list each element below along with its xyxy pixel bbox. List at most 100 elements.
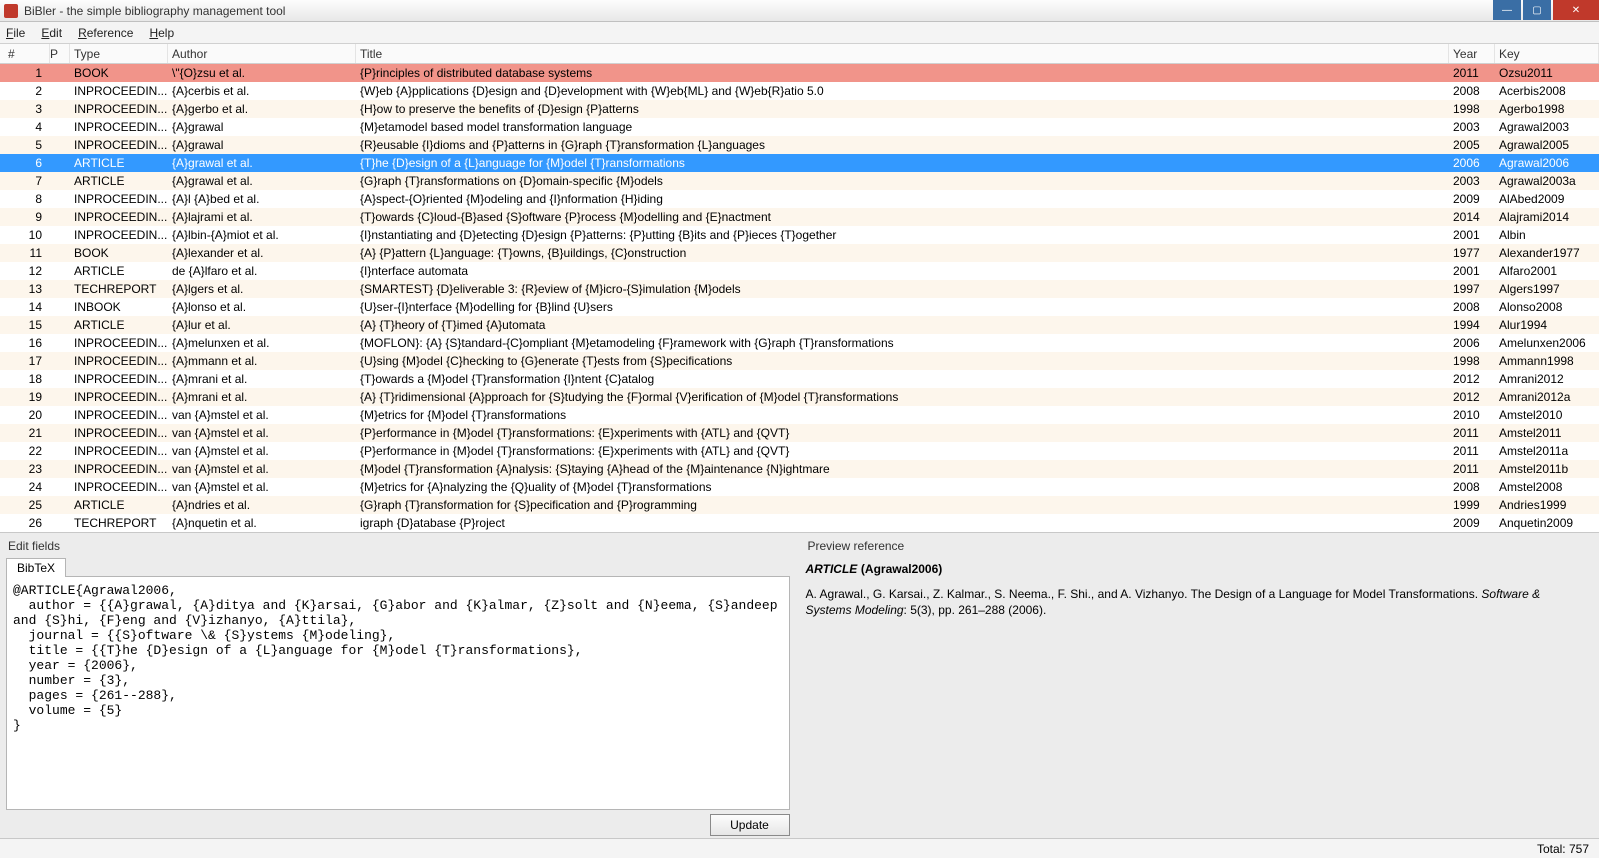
cell-col-year: 1994 [1449, 318, 1495, 332]
table-row[interactable]: 8INPROCEEDIN...{A}l {A}bed et al.{A}spec… [0, 190, 1599, 208]
cell-col-key: Agrawal2003a [1495, 174, 1599, 188]
table-row[interactable]: 17INPROCEEDIN...{A}mmann et al.{U}sing {… [0, 352, 1599, 370]
cell-col-title: {T}owards a {M}odel {T}ransformation {I}… [356, 372, 1449, 386]
col-year[interactable]: Year [1449, 44, 1495, 63]
cell-col-key: Amrani2012a [1495, 390, 1599, 404]
cell-col-key: Amrani2012 [1495, 372, 1599, 386]
menu-file[interactable]: File [6, 26, 25, 40]
table-row[interactable]: 24INPROCEEDIN...van {A}mstel et al.{M}et… [0, 478, 1599, 496]
cell-col-author: {A}lur et al. [168, 318, 356, 332]
table-row[interactable]: 19INPROCEEDIN...{A}mrani et al.{A} {T}ri… [0, 388, 1599, 406]
cell-col-year: 2008 [1449, 480, 1495, 494]
table-row[interactable]: 5INPROCEEDIN...{A}grawal{R}eusable {I}di… [0, 136, 1599, 154]
cell-col-type: INPROCEEDIN... [70, 138, 168, 152]
app-icon [4, 4, 18, 18]
cell-col-num: 7 [0, 174, 50, 188]
cell-col-type: ARTICLE [70, 318, 168, 332]
cell-col-author: {A}melunxen et al. [168, 336, 356, 350]
col-type[interactable]: Type [70, 44, 168, 63]
table-row[interactable]: 12ARTICLEde {A}lfaro et al.{I}nterface a… [0, 262, 1599, 280]
cell-col-type: TECHREPORT [70, 282, 168, 296]
cell-col-num: 13 [0, 282, 50, 296]
cell-col-key: Amstel2011b [1495, 462, 1599, 476]
titlebar: BiBler - the simple bibliography managem… [0, 0, 1599, 22]
table-row[interactable]: 10INPROCEEDIN...{A}lbin-{A}miot et al.{I… [0, 226, 1599, 244]
cell-col-key: Agrawal2003 [1495, 120, 1599, 134]
cell-col-num: 8 [0, 192, 50, 206]
preview-type: ARTICLE [806, 562, 858, 576]
cell-col-author: {A}lajrami et al. [168, 210, 356, 224]
table-row[interactable]: 26TECHREPORT{A}nquetin et al.igraph {D}a… [0, 514, 1599, 532]
cell-col-title: {H}ow to preserve the benefits of {D}esi… [356, 102, 1449, 116]
table-row[interactable]: 25ARTICLE{A}ndries et al.{G}raph {T}rans… [0, 496, 1599, 514]
table-row[interactable]: 9INPROCEEDIN...{A}lajrami et al.{T}oward… [0, 208, 1599, 226]
table-row[interactable]: 1BOOK\"{O}zsu et al.{P}rinciples of dist… [0, 64, 1599, 82]
menu-edit[interactable]: Edit [41, 26, 62, 40]
cell-col-author: {A}gerbo et al. [168, 102, 356, 116]
bibtex-textarea[interactable] [7, 577, 789, 809]
table-row[interactable]: 20INPROCEEDIN...van {A}mstel et al.{M}et… [0, 406, 1599, 424]
table-row[interactable]: 4INPROCEEDIN...{A}grawal{M}etamodel base… [0, 118, 1599, 136]
tab-bibtex[interactable]: BibTeX [6, 558, 66, 577]
close-button[interactable]: ✕ [1553, 0, 1599, 20]
col-title[interactable]: Title [356, 44, 1449, 63]
table-row[interactable]: 6ARTICLE{A}grawal et al.{T}he {D}esign o… [0, 154, 1599, 172]
cell-col-author: van {A}mstel et al. [168, 444, 356, 458]
cell-col-title: {P}erformance in {M}odel {T}ransformatio… [356, 444, 1449, 458]
cell-col-num: 18 [0, 372, 50, 386]
cell-col-title: {M}odel {T}ransformation {A}nalysis: {S}… [356, 462, 1449, 476]
cell-col-key: Albin [1495, 228, 1599, 242]
cell-col-num: 22 [0, 444, 50, 458]
cell-col-key: Alajrami2014 [1495, 210, 1599, 224]
cell-col-year: 2003 [1449, 120, 1495, 134]
cell-col-year: 2006 [1449, 336, 1495, 350]
menu-help[interactable]: Help [149, 26, 174, 40]
maximize-button[interactable]: ▢ [1523, 0, 1551, 20]
cell-col-title: {I}nterface automata [356, 264, 1449, 278]
cell-col-year: 1998 [1449, 102, 1495, 116]
col-num[interactable]: # [0, 44, 50, 63]
table-row[interactable]: 21INPROCEEDIN...van {A}mstel et al.{P}er… [0, 424, 1599, 442]
cell-col-year: 1999 [1449, 498, 1495, 512]
col-p[interactable]: P [50, 44, 70, 63]
cell-col-type: ARTICLE [70, 498, 168, 512]
cell-col-year: 2008 [1449, 300, 1495, 314]
cell-col-type: INPROCEEDIN... [70, 228, 168, 242]
table-row[interactable]: 11BOOK{A}lexander et al.{A} {P}attern {L… [0, 244, 1599, 262]
minimize-button[interactable]: ― [1493, 0, 1521, 20]
table-row[interactable]: 2INPROCEEDIN...{A}cerbis et al.{W}eb {A}… [0, 82, 1599, 100]
cell-col-title: {P}erformance in {M}odel {T}ransformatio… [356, 426, 1449, 440]
preview-body: A. Agrawal., G. Karsai., Z. Kalmar., S. … [806, 586, 1590, 618]
cell-col-key: Amelunxen2006 [1495, 336, 1599, 350]
cell-col-num: 20 [0, 408, 50, 422]
cell-col-key: Alur1994 [1495, 318, 1599, 332]
table-body[interactable]: 1BOOK\"{O}zsu et al.{P}rinciples of dist… [0, 64, 1599, 532]
update-button[interactable]: Update [710, 814, 790, 836]
cell-col-title: {A} {P}attern {L}anguage: {T}owns, {B}ui… [356, 246, 1449, 260]
cell-col-num: 23 [0, 462, 50, 476]
table-row[interactable]: 23INPROCEEDIN...van {A}mstel et al.{M}od… [0, 460, 1599, 478]
cell-col-year: 2005 [1449, 138, 1495, 152]
window-title: BiBler - the simple bibliography managem… [24, 4, 285, 18]
cell-col-num: 17 [0, 354, 50, 368]
table-row[interactable]: 14INBOOK{A}lonso et al.{U}ser-{I}nterfac… [0, 298, 1599, 316]
cell-col-author: {A}l {A}bed et al. [168, 192, 356, 206]
menubar: File Edit Reference Help [0, 22, 1599, 44]
reference-table: # P Type Author Title Year Key 1BOOK\"{O… [0, 44, 1599, 532]
table-row[interactable]: 18INPROCEEDIN...{A}mrani et al.{T}owards… [0, 370, 1599, 388]
col-author[interactable]: Author [168, 44, 356, 63]
col-key[interactable]: Key [1495, 44, 1599, 63]
table-row[interactable]: 15ARTICLE{A}lur et al.{A} {T}heory of {T… [0, 316, 1599, 334]
table-row[interactable]: 13TECHREPORT{A}lgers et al.{SMARTEST} {D… [0, 280, 1599, 298]
preview-text-2: : 5(3), pp. 261–288 (2006). [904, 603, 1047, 617]
cell-col-type: BOOK [70, 246, 168, 260]
table-row[interactable]: 16INPROCEEDIN...{A}melunxen et al.{MOFLO… [0, 334, 1599, 352]
table-row[interactable]: 22INPROCEEDIN...van {A}mstel et al.{P}er… [0, 442, 1599, 460]
table-row[interactable]: 7ARTICLE{A}grawal et al.{G}raph {T}ransf… [0, 172, 1599, 190]
cell-col-type: INPROCEEDIN... [70, 426, 168, 440]
cell-col-key: Alexander1977 [1495, 246, 1599, 260]
table-row[interactable]: 3INPROCEEDIN...{A}gerbo et al.{H}ow to p… [0, 100, 1599, 118]
cell-col-key: Alonso2008 [1495, 300, 1599, 314]
cell-col-year: 2006 [1449, 156, 1495, 170]
menu-reference[interactable]: Reference [78, 26, 133, 40]
